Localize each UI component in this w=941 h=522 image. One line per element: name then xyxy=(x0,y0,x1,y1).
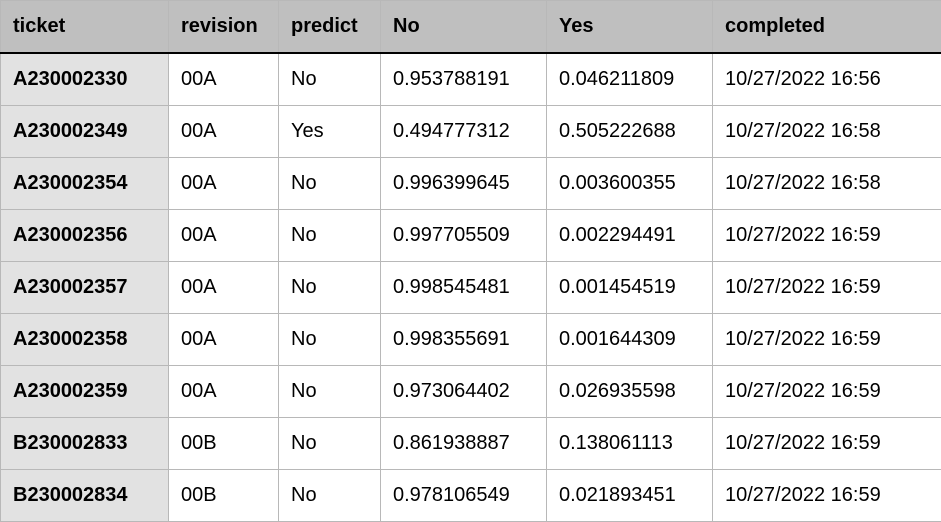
col-no: No xyxy=(381,1,547,54)
cell-revision: 00B xyxy=(169,418,279,470)
cell-completed: 10/27/2022 16:59 xyxy=(713,418,941,470)
cell-ticket: B230002833 xyxy=(1,418,169,470)
col-predict: predict xyxy=(279,1,381,54)
table-header: ticket revision predict No Yes completed xyxy=(1,1,941,54)
cell-revision: 00A xyxy=(169,158,279,210)
cell-revision: 00A xyxy=(169,366,279,418)
cell-revision: 00A xyxy=(169,53,279,106)
cell-completed: 10/27/2022 16:59 xyxy=(713,262,941,314)
cell-completed: 10/27/2022 16:58 xyxy=(713,106,941,158)
table-row: B23000283400BNo0.9781065490.02189345110/… xyxy=(1,470,941,522)
cell-no: 0.997705509 xyxy=(381,210,547,262)
cell-revision: 00A xyxy=(169,262,279,314)
cell-no: 0.998545481 xyxy=(381,262,547,314)
cell-no: 0.494777312 xyxy=(381,106,547,158)
col-yes: Yes xyxy=(547,1,713,54)
cell-ticket: B230002834 xyxy=(1,470,169,522)
cell-yes: 0.002294491 xyxy=(547,210,713,262)
cell-no: 0.978106549 xyxy=(381,470,547,522)
cell-yes: 0.001644309 xyxy=(547,314,713,366)
cell-no: 0.998355691 xyxy=(381,314,547,366)
table-row: A23000235600ANo0.9977055090.00229449110/… xyxy=(1,210,941,262)
cell-completed: 10/27/2022 16:59 xyxy=(713,314,941,366)
cell-predict: No xyxy=(279,210,381,262)
cell-completed: 10/27/2022 16:59 xyxy=(713,470,941,522)
cell-completed: 10/27/2022 16:59 xyxy=(713,210,941,262)
col-ticket: ticket xyxy=(1,1,169,54)
cell-predict: No xyxy=(279,470,381,522)
cell-yes: 0.026935598 xyxy=(547,366,713,418)
cell-yes: 0.021893451 xyxy=(547,470,713,522)
table-row: A23000235400ANo0.9963996450.00360035510/… xyxy=(1,158,941,210)
cell-predict: Yes xyxy=(279,106,381,158)
table-body: A23000233000ANo0.9537881910.04621180910/… xyxy=(1,53,941,522)
cell-revision: 00B xyxy=(169,470,279,522)
cell-ticket: A230002330 xyxy=(1,53,169,106)
cell-ticket: A230002357 xyxy=(1,262,169,314)
table-row: A23000235900ANo0.9730644020.02693559810/… xyxy=(1,366,941,418)
cell-predict: No xyxy=(279,158,381,210)
cell-completed: 10/27/2022 16:56 xyxy=(713,53,941,106)
table-row: B23000283300BNo0.8619388870.13806111310/… xyxy=(1,418,941,470)
cell-predict: No xyxy=(279,53,381,106)
cell-predict: No xyxy=(279,418,381,470)
predictions-table: ticket revision predict No Yes completed… xyxy=(0,0,941,522)
cell-no: 0.973064402 xyxy=(381,366,547,418)
cell-ticket: A230002356 xyxy=(1,210,169,262)
cell-no: 0.953788191 xyxy=(381,53,547,106)
cell-yes: 0.046211809 xyxy=(547,53,713,106)
cell-no: 0.861938887 xyxy=(381,418,547,470)
table-row: A23000235700ANo0.9985454810.00145451910/… xyxy=(1,262,941,314)
col-revision: revision xyxy=(169,1,279,54)
cell-ticket: A230002354 xyxy=(1,158,169,210)
cell-yes: 0.505222688 xyxy=(547,106,713,158)
cell-ticket: A230002349 xyxy=(1,106,169,158)
cell-yes: 0.001454519 xyxy=(547,262,713,314)
table-row: A23000235800ANo0.9983556910.00164430910/… xyxy=(1,314,941,366)
table-row: A23000234900AYes0.4947773120.50522268810… xyxy=(1,106,941,158)
cell-revision: 00A xyxy=(169,210,279,262)
cell-revision: 00A xyxy=(169,314,279,366)
cell-revision: 00A xyxy=(169,106,279,158)
cell-completed: 10/27/2022 16:59 xyxy=(713,366,941,418)
col-completed: completed xyxy=(713,1,941,54)
cell-yes: 0.003600355 xyxy=(547,158,713,210)
table-row: A23000233000ANo0.9537881910.04621180910/… xyxy=(1,53,941,106)
cell-ticket: A230002358 xyxy=(1,314,169,366)
cell-no: 0.996399645 xyxy=(381,158,547,210)
cell-ticket: A230002359 xyxy=(1,366,169,418)
cell-yes: 0.138061113 xyxy=(547,418,713,470)
cell-completed: 10/27/2022 16:58 xyxy=(713,158,941,210)
cell-predict: No xyxy=(279,314,381,366)
cell-predict: No xyxy=(279,262,381,314)
cell-predict: No xyxy=(279,366,381,418)
